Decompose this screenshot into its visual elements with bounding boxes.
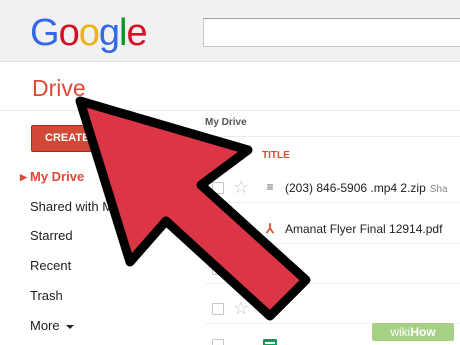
sidebar-item-trash[interactable]: Trash: [0, 282, 150, 310]
sidebar-item-label: Shared with Me: [30, 199, 121, 214]
header-divider: [0, 110, 460, 111]
sidebar-item-label: Starred: [30, 228, 73, 243]
sidebar-item-label: Trash: [30, 288, 63, 303]
search-input[interactable]: [203, 18, 460, 47]
sidebar-item-label: More: [30, 318, 60, 333]
sidebar-item-recent[interactable]: Recent: [0, 252, 150, 280]
page-title: Drive: [32, 75, 86, 101]
sidebar-item-shared-with-me[interactable]: Shared with Me: [0, 193, 150, 221]
file-name[interactable]: (203) 846-5906 .mp4 2.zip Sha: [285, 181, 448, 195]
chevron-down-icon: [66, 324, 75, 329]
spreadsheet-icon: [263, 301, 277, 316]
pdf-icon: ⅄: [266, 221, 274, 236]
google-logo[interactable]: Google: [30, 11, 148, 55]
row-checkbox[interactable]: [212, 263, 224, 275]
sidebar-item-starred[interactable]: Starred: [0, 222, 150, 250]
spreadsheet-icon: [263, 261, 277, 276]
create-button[interactable]: CREATE: [31, 125, 93, 152]
file-row[interactable]: ⅄ Amanat Flyer Final 12914.pdf: [205, 214, 460, 244]
sidebar-item-label: Recent: [30, 258, 72, 273]
breadcrumb[interactable]: My Drive: [205, 117, 247, 128]
file-row[interactable]: ☆: [205, 254, 460, 284]
file-name[interactable]: Amanat Flyer Final 12914.pdf: [285, 222, 442, 236]
row-checkbox[interactable]: [212, 303, 224, 315]
row-checkbox[interactable]: [212, 182, 224, 194]
column-header-title[interactable]: TITLE: [262, 150, 290, 161]
top-bar: Google: [0, 0, 460, 62]
file-row[interactable]: ☆: [205, 294, 460, 324]
spreadsheet-icon: [263, 339, 277, 345]
star-icon[interactable]: ☆: [233, 257, 249, 279]
star-icon[interactable]: ☆: [233, 176, 249, 198]
shared-label: Sha: [429, 184, 448, 195]
star-icon[interactable]: ☆: [233, 297, 249, 319]
sidebar-item-more[interactable]: More: [0, 312, 150, 340]
row-checkbox[interactable]: [212, 339, 224, 345]
caret-right-icon: ▶: [20, 172, 27, 182]
file-row[interactable]: ☆ ≡ (203) 846-5906 .mp4 2.zip Sha: [205, 173, 460, 203]
column-divider: [205, 136, 460, 137]
sidebar-item-my-drive[interactable]: ▶ My Drive: [0, 163, 150, 191]
zip-icon: ≡: [266, 180, 274, 194]
sidebar-item-label: My Drive: [30, 169, 85, 184]
wikihow-watermark: wikiHow: [372, 323, 454, 341]
